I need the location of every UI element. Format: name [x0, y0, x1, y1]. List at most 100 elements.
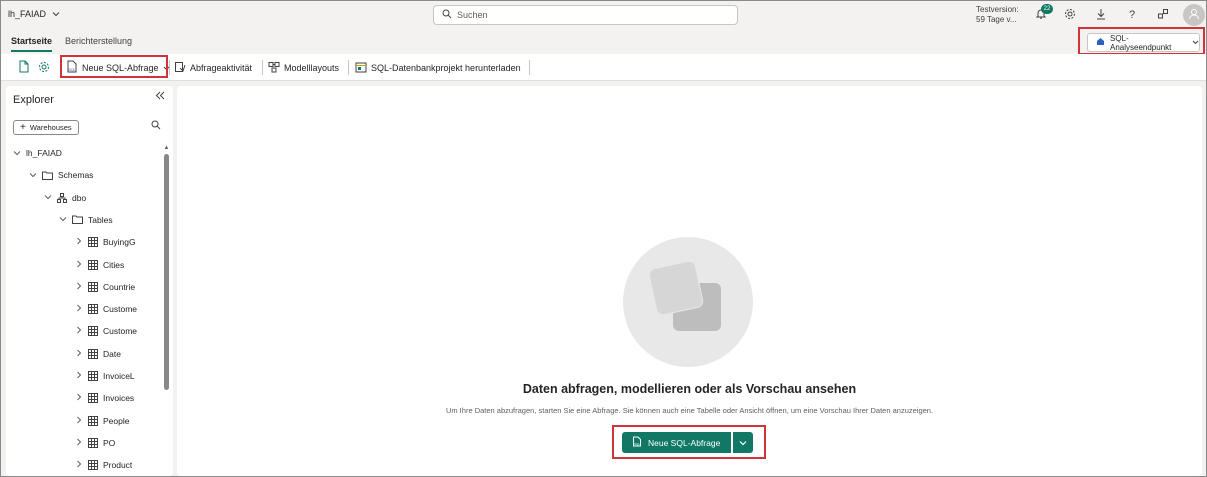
tree-item-table[interactable]: People — [75, 413, 129, 429]
tree-item-schemas[interactable]: Schemas — [29, 167, 93, 183]
chevron-right-icon[interactable] — [75, 393, 83, 403]
collapse-explorer-button[interactable] — [155, 91, 165, 103]
toolbar-divider — [169, 60, 170, 75]
chevron-right-icon[interactable] — [75, 438, 83, 448]
chevron-right-icon[interactable] — [75, 371, 83, 381]
tree-item-table[interactable]: Date — [75, 346, 121, 362]
help-button[interactable]: ? — [1123, 6, 1141, 24]
download-project-label: SQL-Datenbankprojekt herunterladen — [371, 62, 521, 73]
chevron-down-icon[interactable] — [59, 215, 67, 224]
gear-icon — [38, 61, 50, 75]
tree-item-label: Schemas — [58, 170, 94, 181]
tree-item-label: Custome — [103, 304, 138, 315]
svg-text:SQL: SQL — [69, 68, 76, 72]
download-project-button[interactable]: SQL-Datenbankprojekt herunterladen — [355, 59, 521, 76]
tree-item-table[interactable]: PO — [75, 435, 115, 451]
svg-text:SQL: SQL — [634, 442, 640, 446]
illustration-front-square — [648, 260, 704, 316]
tab-berichterstellung[interactable]: Berichterstellung — [65, 36, 132, 46]
table-icon — [88, 304, 98, 315]
new-sql-query-split-button: SQL Neue SQL-Abfrage — [622, 432, 753, 453]
search-icon — [151, 120, 161, 132]
settings-button[interactable] — [1061, 6, 1079, 24]
scroll-up-arrow-icon[interactable]: ▲ — [163, 144, 170, 152]
tree-item-label: Tables — [88, 214, 113, 225]
tree-item-table[interactable]: Invoices — [75, 390, 134, 406]
tree-item-table[interactable]: Custome — [75, 301, 137, 317]
activity-icon — [174, 61, 186, 75]
user-avatar[interactable] — [1183, 4, 1205, 26]
chevron-right-icon[interactable] — [75, 260, 83, 270]
toolbar-divider — [348, 60, 349, 75]
tree-item-lakehouse[interactable]: lh_FAIAD — [13, 145, 62, 161]
new-sql-query-button[interactable]: SQL Neue SQL-Abfrage — [66, 59, 170, 76]
chevron-down-icon[interactable] — [13, 149, 21, 158]
scroll-thumb[interactable] — [164, 154, 169, 390]
search-input[interactable]: Suchen — [433, 5, 738, 25]
search-placeholder: Suchen — [457, 10, 488, 20]
empty-state-description: Um Ihre Daten abzufragen, starten Sie ei… — [445, 406, 934, 415]
chevron-down-icon — [739, 438, 747, 448]
model-layout-icon — [268, 61, 280, 75]
chevron-right-icon[interactable] — [75, 416, 83, 426]
chevron-right-icon[interactable] — [75, 282, 83, 292]
tree-item-label: BuyingG — [103, 237, 136, 248]
table-icon — [88, 281, 98, 292]
explorer-scrollbar[interactable]: ▲ — [163, 144, 170, 474]
tab-startseite[interactable]: Startseite — [11, 36, 53, 52]
toolbar-divider — [529, 60, 530, 75]
add-warehouses-button[interactable]: + Warehouses — [13, 120, 79, 135]
tree-item-tables[interactable]: Tables — [59, 212, 113, 228]
explorer-search-button[interactable] — [151, 120, 161, 132]
tree-item-label: lh_FAIAD — [26, 148, 62, 158]
tree-item-table[interactable]: Countrie — [75, 279, 135, 295]
table-icon — [88, 437, 98, 448]
chevron-down-icon — [52, 9, 60, 19]
tree-item-label: dbo — [72, 192, 87, 203]
share-button[interactable] — [1154, 6, 1172, 24]
model-layouts-button[interactable]: Modelllayouts — [268, 59, 339, 76]
tree-item-label: Countrie — [103, 281, 136, 292]
sql-endpoint-selector[interactable]: SQL-Analyseendpunkt — [1087, 33, 1200, 52]
tree-item-table[interactable]: Custome — [75, 323, 137, 339]
chevron-right-icon[interactable] — [75, 304, 83, 314]
tree-item-table[interactable]: Cities — [75, 257, 124, 273]
tree-item-label: Cities — [103, 259, 125, 270]
chevron-right-icon[interactable] — [75, 326, 83, 336]
download-button[interactable] — [1092, 6, 1110, 24]
empty-state-heading: Daten abfragen, modellieren oder als Vor… — [522, 382, 857, 396]
tree-item-table[interactable]: Product — [75, 457, 132, 473]
workspace-selector[interactable]: lh_FAIAD — [8, 9, 60, 19]
new-file-button[interactable] — [18, 59, 30, 76]
schema-icon — [57, 192, 67, 203]
new-sql-query-cta-button[interactable]: SQL Neue SQL-Abfrage — [622, 432, 731, 453]
tree-item-label: PO — [103, 437, 116, 448]
help-icon: ? — [1128, 9, 1136, 21]
share-icon — [1157, 8, 1169, 23]
sql-file-icon: SQL — [632, 436, 642, 449]
trial-status[interactable]: Testversion: 59 Tage v... — [976, 5, 1019, 25]
query-activity-button[interactable]: Abfrageaktivität — [174, 59, 252, 76]
chevron-right-icon[interactable] — [75, 460, 83, 470]
search-icon — [442, 9, 452, 21]
chevron-down-icon[interactable] — [44, 193, 52, 202]
new-sql-query-dropdown-button[interactable] — [733, 432, 753, 453]
database-project-icon — [355, 61, 367, 75]
notifications-button[interactable]: 22 — [1032, 4, 1053, 24]
query-activity-label: Abfrageaktivität — [190, 62, 253, 73]
tree-item-table[interactable]: InvoiceL — [75, 368, 135, 384]
person-icon — [1188, 8, 1200, 22]
new-sql-query-label: Neue SQL-Abfrage — [82, 62, 159, 73]
chevron-right-icon[interactable] — [75, 349, 83, 359]
chevron-down-icon[interactable] — [29, 171, 37, 180]
empty-state-illustration — [623, 237, 753, 367]
tree-item-table[interactable]: BuyingG — [75, 234, 136, 250]
settings-toolbar-button[interactable] — [38, 59, 50, 76]
folder-icon — [72, 215, 83, 225]
table-icon — [88, 326, 98, 337]
table-icon — [88, 259, 98, 270]
tree-item-label: Product — [103, 460, 133, 471]
chevron-right-icon[interactable] — [75, 237, 83, 247]
notification-count-badge: 22 — [1041, 4, 1053, 14]
tree-item-dbo[interactable]: dbo — [44, 190, 86, 206]
